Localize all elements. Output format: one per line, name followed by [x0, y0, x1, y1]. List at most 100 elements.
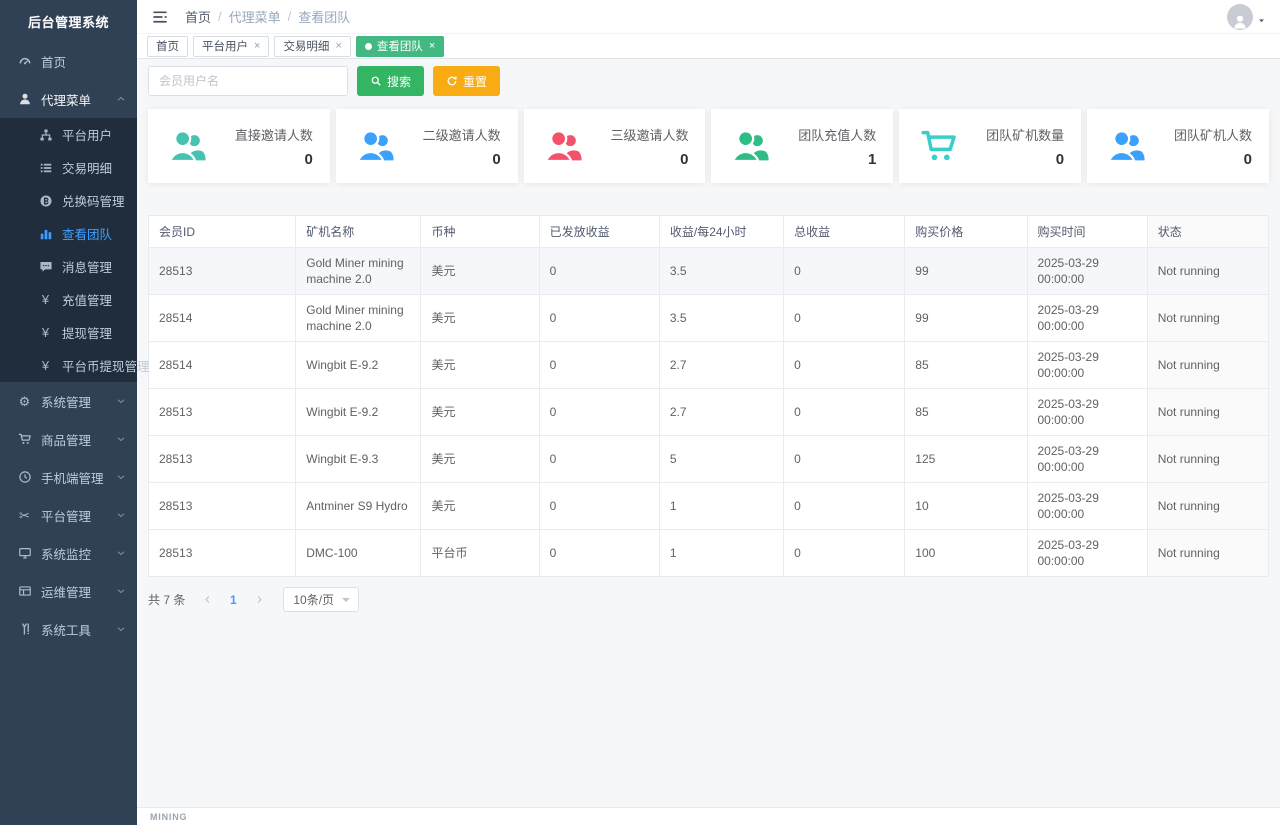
table-wrap: 会员ID矿机名称币种已发放收益收益/每24小时总收益购买价格购买时间状态 285… — [148, 215, 1269, 577]
tab-close-icon[interactable]: × — [254, 41, 260, 52]
tab-item[interactable]: 交易明细× — [274, 36, 350, 57]
stat-card-text: 团队矿机数量0 — [986, 125, 1064, 168]
table-row[interactable]: 28513Wingbit E-9.3美元0501252025-03-29 00:… — [149, 436, 1269, 483]
stat-card-text: 团队充值人数 1 — [798, 125, 876, 168]
yen-icon: ¥ — [38, 358, 53, 373]
sidebar-item[interactable]: 代理菜单 — [0, 80, 137, 118]
table-cell: Wingbit E-9.3 — [296, 436, 421, 483]
table-cell: 2025-03-29 00:00:00 — [1027, 389, 1147, 436]
table-row[interactable]: 28514Wingbit E-9.2美元02.70852025-03-29 00… — [149, 342, 1269, 389]
table-row[interactable]: 28513DMC-100平台币0101002025-03-29 00:00:00… — [149, 530, 1269, 577]
user-menu[interactable] — [1227, 4, 1266, 30]
stat-card: 团队充值人数 1 — [711, 109, 893, 183]
sidebar-item-label: 商品管理 — [41, 430, 91, 449]
table-cell: 0 — [539, 342, 659, 389]
search-input[interactable] — [148, 66, 348, 96]
sidebar-item-label: 消息管理 — [62, 257, 112, 276]
breadcrumb-item[interactable]: 代理菜单 — [229, 7, 281, 26]
list-icon — [38, 160, 53, 175]
mobile-icon — [17, 470, 32, 485]
sidebar-item[interactable]: 查看团队 — [0, 217, 137, 250]
search-button[interactable]: 搜索 — [357, 66, 424, 96]
table-cell: 10 — [905, 483, 1027, 530]
message-icon — [38, 259, 53, 274]
pagination: 共 7 条 1 10条/页 — [148, 587, 1269, 612]
sidebar-item[interactable]: 平台用户 — [0, 118, 137, 151]
stat-card-value: 0 — [1174, 151, 1252, 168]
tab-item[interactable]: 平台用户× — [193, 36, 269, 57]
sidebar-item[interactable]: 兑换码管理 — [0, 184, 137, 217]
chevron-down-icon — [115, 585, 127, 597]
yen-icon: ¥ — [38, 292, 53, 307]
tools-icon — [17, 622, 32, 637]
sidebar-toggle-icon[interactable] — [151, 8, 169, 26]
users-icon — [355, 126, 397, 166]
stat-card-label: 团队矿机数量 — [986, 125, 1064, 144]
tab-close-icon[interactable]: × — [429, 41, 435, 52]
tab-close-icon[interactable]: × — [335, 41, 341, 52]
table-cell: 2.7 — [659, 342, 783, 389]
table-row[interactable]: 28513Gold Miner mining machine 2.0美元03.5… — [149, 248, 1269, 295]
bar-chart-icon — [38, 226, 53, 241]
sidebar-item[interactable]: ✂平台管理 — [0, 496, 137, 534]
stat-card-label: 团队充值人数 — [798, 125, 876, 144]
sidebar-item[interactable]: ¥ 充值管理 — [0, 283, 137, 316]
table-column-header: 购买时间 — [1027, 216, 1147, 248]
prev-page-button[interactable] — [195, 588, 219, 612]
next-page-button[interactable] — [247, 588, 271, 612]
reset-button[interactable]: 重置 — [433, 66, 500, 96]
table-cell: 1 — [659, 530, 783, 577]
table-row[interactable]: 28514Gold Miner mining machine 2.0美元03.5… — [149, 295, 1269, 342]
agent-icon — [17, 92, 32, 107]
table-cell: 0 — [784, 389, 905, 436]
tab-active[interactable]: 查看团队× — [356, 36, 444, 57]
table-cell: 99 — [905, 295, 1027, 342]
sidebar-submenu: 平台用户交易明细兑换码管理查看团队消息管理 ¥ 充值管理 ¥提现管理¥平台币提现管理 — [0, 118, 137, 382]
sidebar-item[interactable]: ⚙系统管理 — [0, 382, 137, 420]
page-size-select[interactable]: 10条/页 — [283, 587, 359, 612]
sidebar-item[interactable]: 消息管理 — [0, 250, 137, 283]
table-cell: 85 — [905, 389, 1027, 436]
table-cell: 平台币 — [421, 530, 539, 577]
page-number[interactable]: 1 — [221, 588, 245, 612]
sidebar-item[interactable]: 手机端管理 — [0, 458, 137, 496]
sidebar-item[interactable]: 交易明细 — [0, 151, 137, 184]
breadcrumb-separator: / — [218, 9, 222, 24]
table-cell: 0 — [539, 436, 659, 483]
tab-item[interactable]: 首页 — [147, 36, 188, 57]
table-cell: Not running — [1147, 248, 1268, 295]
sidebar-item[interactable]: 商品管理 — [0, 420, 137, 458]
avatar[interactable] — [1227, 4, 1253, 30]
sidebar-item[interactable]: 系统工具 — [0, 610, 137, 648]
table-cell: 美元 — [421, 342, 539, 389]
sidebar-item[interactable]: 运维管理 — [0, 572, 137, 610]
stat-card: 团队矿机人数0 — [1087, 109, 1269, 183]
sidebar-item[interactable]: 系统监控 — [0, 534, 137, 572]
yen-icon: ¥ — [38, 325, 53, 340]
table-column-header: 收益/每24小时 — [659, 216, 783, 248]
table-cell: 美元 — [421, 389, 539, 436]
sidebar-item[interactable]: 首页 — [0, 42, 137, 80]
stat-card-value: 1 — [798, 151, 876, 168]
table-cell: Not running — [1147, 530, 1268, 577]
caret-down-icon — [1257, 16, 1266, 25]
sidebar-item-label: 充值管理 — [62, 290, 112, 309]
app-title: 后台管理系统 — [0, 0, 137, 42]
table-cell: 0 — [784, 342, 905, 389]
table-cell: 28513 — [149, 483, 296, 530]
breadcrumb-item[interactable]: 首页 — [185, 7, 211, 26]
table-row[interactable]: 28513Antminer S9 Hydro美元010102025-03-29 … — [149, 483, 1269, 530]
stat-cards: 直接邀请人数0二级邀请人数0三级邀请人数0团队充值人数1团队矿机数量0团队矿机人… — [148, 109, 1269, 183]
sidebar-item-label: 交易明细 — [62, 158, 112, 177]
footer-brand: MINING — [150, 812, 187, 822]
table-row[interactable]: 28513Wingbit E-9.2美元02.70852025-03-29 00… — [149, 389, 1269, 436]
gear-icon: ⚙ — [17, 394, 32, 409]
stat-card-label: 三级邀请人数 — [610, 125, 688, 144]
sidebar-item-label: 平台用户 — [62, 125, 112, 144]
stat-card-value: 0 — [610, 151, 688, 168]
sidebar-item[interactable]: ¥提现管理 — [0, 316, 137, 349]
table-cell: 28513 — [149, 436, 296, 483]
sidebar-item[interactable]: ¥平台币提现管理 — [0, 349, 137, 382]
table-cell: 0 — [539, 389, 659, 436]
table-cell: Wingbit E-9.2 — [296, 342, 421, 389]
